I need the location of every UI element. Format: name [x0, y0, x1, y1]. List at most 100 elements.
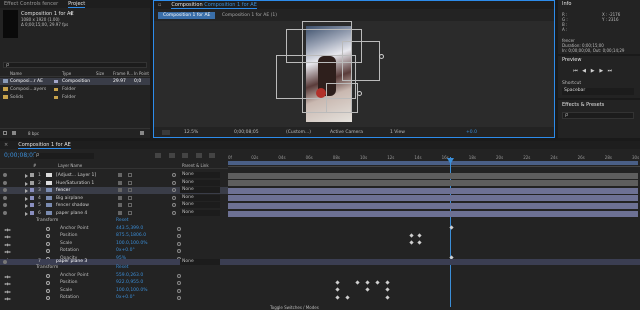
expression-pickwhip-icon[interactable]	[177, 281, 181, 286]
timeline-timecode[interactable]: 0;00;08;05	[4, 152, 37, 159]
col-type[interactable]: Type	[62, 71, 71, 76]
eye-icon[interactable]	[3, 180, 7, 185]
property-value[interactable]: 443.5,399.0	[116, 226, 143, 231]
transform-label[interactable]: Transform	[36, 265, 58, 270]
layer-name[interactable]: paper plane 4	[56, 211, 87, 216]
switch-icon[interactable]	[118, 195, 122, 200]
effects-tab[interactable]: Effects & Presets	[562, 102, 604, 108]
property-value[interactable]: 922.0,955.0	[116, 280, 143, 285]
tab-effect-controls[interactable]: Effect Controls fencer	[4, 1, 58, 7]
keyframe-marker[interactable]	[417, 240, 422, 245]
property-value[interactable]: 559.0,263.0	[116, 273, 143, 278]
property-value[interactable]: 0x+0.0°	[116, 295, 135, 300]
label-color[interactable]	[30, 203, 34, 208]
work-area-bar[interactable]	[228, 161, 638, 165]
expression-pickwhip-icon[interactable]	[177, 226, 181, 231]
keyframe-marker[interactable]	[365, 287, 370, 292]
keyframe-nav-icon[interactable]: ◂◆▸	[4, 242, 16, 247]
layer-duration-bar[interactable]	[228, 187, 638, 194]
col-frame-rate[interactable]: Frame R...	[113, 71, 133, 76]
expression-pickwhip-icon[interactable]	[177, 296, 181, 301]
parent-dropdown[interactable]: None	[180, 179, 220, 186]
switch-icon[interactable]	[128, 203, 132, 208]
pickwhip-icon[interactable]	[172, 211, 176, 215]
eye-icon[interactable]	[3, 188, 7, 193]
stopwatch-icon[interactable]	[46, 234, 50, 239]
pickwhip-icon[interactable]	[172, 180, 176, 185]
expression-pickwhip-icon[interactable]	[177, 241, 181, 246]
next-frame-icon[interactable]: ▶	[598, 68, 605, 74]
switch-icon[interactable]	[118, 203, 122, 208]
keyframe-marker[interactable]	[335, 287, 340, 292]
layer-row[interactable]: 4 Big airplane None	[0, 194, 228, 202]
eye-icon[interactable]	[3, 211, 7, 215]
interpret-footage-icon[interactable]	[3, 131, 7, 135]
last-frame-icon[interactable]: ⏭	[606, 68, 613, 74]
parent-dropdown[interactable]: None	[180, 187, 220, 194]
anchor-point-icon[interactable]	[379, 54, 384, 59]
crumb-0[interactable]: Composition 1 for AE	[158, 12, 216, 19]
project-item-0[interactable]: Composi...r AE Composition 29.97 0;0	[0, 78, 150, 85]
pickwhip-icon[interactable]	[172, 195, 176, 200]
keyframe-marker[interactable]	[449, 225, 454, 230]
play-icon[interactable]: ▶	[589, 68, 596, 74]
keyframe-nav-icon[interactable]: ◂◆▸	[4, 227, 16, 232]
switch-icon[interactable]	[128, 211, 132, 215]
col-layer-name[interactable]: Layer Name	[58, 163, 82, 168]
magnification-button[interactable]	[162, 130, 170, 135]
keyframe-marker[interactable]	[345, 295, 350, 300]
switch-icon[interactable]	[128, 180, 132, 185]
exposure-value[interactable]: +0.0	[466, 130, 477, 135]
draft-3d-icon[interactable]	[155, 153, 161, 158]
keyframe-marker[interactable]	[375, 280, 380, 285]
keyframe-nav-icon[interactable]: ◂◆▸	[4, 249, 16, 254]
eye-icon[interactable]	[3, 195, 7, 200]
label-color[interactable]	[30, 211, 34, 215]
expand-arrow-icon[interactable]	[25, 212, 28, 216]
keyframe-marker[interactable]	[335, 295, 340, 300]
shy-icon[interactable]	[168, 153, 175, 158]
keyframe-marker[interactable]	[409, 233, 414, 238]
shortcut-dropdown[interactable]: Spacebar	[562, 88, 634, 95]
frame-blend-icon[interactable]	[182, 153, 189, 158]
layer-name[interactable]: Big airplane	[56, 196, 83, 201]
switch-icon[interactable]	[128, 188, 132, 193]
keyframe-nav-icon[interactable]: ◂◆▸	[4, 274, 16, 279]
keyframe-nav-icon[interactable]: ◂◆▸	[4, 289, 16, 294]
expand-arrow-icon[interactable]	[25, 196, 28, 201]
resolution-dropdown[interactable]: (Custom...)	[286, 130, 311, 135]
preview-tab[interactable]: Preview	[562, 57, 581, 63]
tab-timeline-comp[interactable]: Composition 1 for AE	[18, 142, 71, 149]
prev-frame-icon[interactable]: ◀	[581, 68, 588, 74]
expand-arrow-icon[interactable]	[25, 174, 28, 178]
expand-arrow-icon[interactable]	[25, 204, 28, 209]
stopwatch-icon[interactable]	[46, 281, 50, 286]
views-dropdown[interactable]: 1 View	[390, 130, 405, 135]
keyframe-nav-icon[interactable]: ◂◆▸	[4, 296, 16, 301]
layer-row[interactable]: 3 fencer None	[0, 187, 228, 195]
tab-project[interactable]: Project	[68, 1, 86, 8]
stopwatch-icon[interactable]	[46, 226, 50, 231]
switch-icon[interactable]	[118, 173, 122, 177]
timeline-footer[interactable]: Toggle Switches / Modes	[270, 305, 319, 310]
layer-row[interactable]: 1 [Adjust... Layer 1] None	[0, 172, 228, 179]
pickwhip-icon[interactable]	[172, 188, 176, 193]
trash-icon[interactable]	[140, 131, 144, 135]
info-tab[interactable]: Info	[562, 1, 571, 7]
layer-name[interactable]: Hue/Saturation 1	[56, 181, 94, 186]
zoom-dropdown[interactable]: 12.5%	[184, 130, 198, 135]
keyframe-marker[interactable]	[385, 280, 390, 285]
property-value[interactable]: 100.0,100.0%	[116, 288, 147, 293]
expression-pickwhip-icon[interactable]	[177, 249, 181, 254]
project-search-input[interactable]: ρ	[3, 62, 147, 68]
keyframe-marker[interactable]	[365, 280, 370, 285]
timecode-display[interactable]: 0;00;08;05	[234, 130, 259, 135]
effects-search-input[interactable]: ρ	[562, 112, 634, 119]
label-color[interactable]	[30, 188, 34, 193]
switch-icon[interactable]	[118, 211, 122, 215]
switch-icon[interactable]	[128, 173, 132, 177]
project-item-2[interactable]: Solids Folder	[0, 94, 150, 101]
stopwatch-icon[interactable]	[46, 241, 50, 246]
layer-row[interactable]: 6 paper plane 4 None	[0, 210, 228, 217]
layer-duration-bar[interactable]	[228, 195, 638, 202]
